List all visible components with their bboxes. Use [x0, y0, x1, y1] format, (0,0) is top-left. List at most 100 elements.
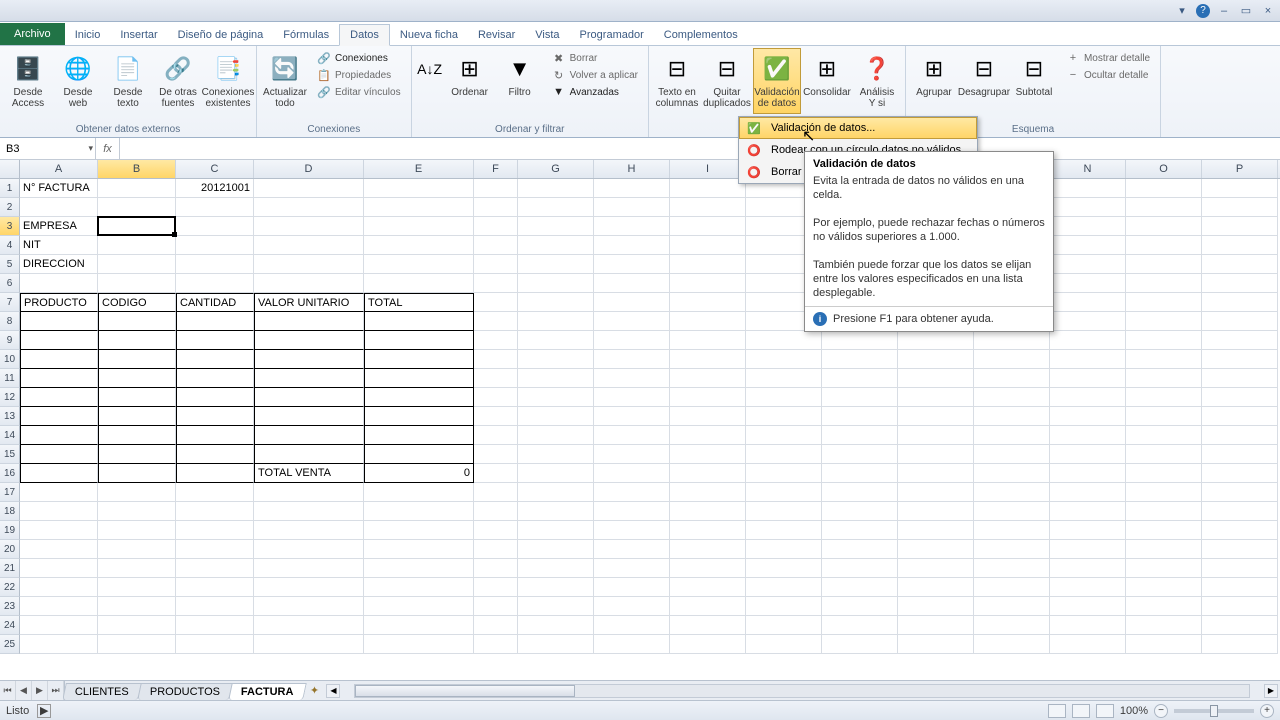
cell-C23[interactable] [176, 597, 254, 616]
cell-E21[interactable] [364, 559, 474, 578]
cell-I21[interactable] [670, 559, 746, 578]
tab-insert[interactable]: Insertar [110, 25, 167, 45]
cell-K24[interactable] [822, 616, 898, 635]
cell-J16[interactable] [746, 464, 822, 483]
cell-F1[interactable] [474, 179, 518, 198]
row-header-7[interactable]: 7 [0, 293, 20, 312]
cell-L20[interactable] [898, 540, 974, 559]
macro-record-icon[interactable]: ▶ [37, 704, 51, 718]
cell-K14[interactable] [822, 426, 898, 445]
col-header-C[interactable]: C [176, 160, 254, 178]
cell-M14[interactable] [974, 426, 1050, 445]
cell-H11[interactable] [594, 369, 670, 388]
cell-B5[interactable] [98, 255, 176, 274]
subtotal-button[interactable]: ⊟Subtotal [1010, 48, 1058, 103]
cell-C2[interactable] [176, 198, 254, 217]
minimize-ribbon-icon[interactable]: ▾ [1174, 3, 1190, 19]
cell-K11[interactable] [822, 369, 898, 388]
cell-F23[interactable] [474, 597, 518, 616]
cell-A7[interactable]: PRODUCTO [20, 293, 98, 312]
cell-P4[interactable] [1202, 236, 1278, 255]
cell-O22[interactable] [1126, 578, 1202, 597]
tab-pagelayout[interactable]: Diseño de página [168, 25, 274, 45]
cell-C1[interactable]: 20121001 [176, 179, 254, 198]
cell-P17[interactable] [1202, 483, 1278, 502]
cell-C7[interactable]: CANTIDAD [176, 293, 254, 312]
cell-B2[interactable] [98, 198, 176, 217]
ungroup-button[interactable]: ⊟Desagrupar [960, 48, 1008, 103]
cell-K23[interactable] [822, 597, 898, 616]
cell-H8[interactable] [594, 312, 670, 331]
cell-F17[interactable] [474, 483, 518, 502]
cell-O19[interactable] [1126, 521, 1202, 540]
cell-P2[interactable] [1202, 198, 1278, 217]
hide-detail-button[interactable]: −Ocultar detalle [1064, 67, 1152, 83]
cell-N4[interactable] [1050, 236, 1126, 255]
cell-L12[interactable] [898, 388, 974, 407]
cell-D2[interactable] [254, 198, 364, 217]
cell-H24[interactable] [594, 616, 670, 635]
cell-M19[interactable] [974, 521, 1050, 540]
cell-D6[interactable] [254, 274, 364, 293]
cell-E22[interactable] [364, 578, 474, 597]
cell-O5[interactable] [1126, 255, 1202, 274]
col-header-P[interactable]: P [1202, 160, 1278, 178]
cell-O9[interactable] [1126, 331, 1202, 350]
tab-formulas[interactable]: Fórmulas [273, 25, 339, 45]
hscroll-left[interactable]: ◀ [326, 684, 340, 698]
cell-N15[interactable] [1050, 445, 1126, 464]
cell-N3[interactable] [1050, 217, 1126, 236]
cell-B16[interactable] [98, 464, 176, 483]
cell-D21[interactable] [254, 559, 364, 578]
consolidate-button[interactable]: ⊞Consolidar [803, 48, 851, 103]
row-header-6[interactable]: 6 [0, 274, 20, 293]
cell-B15[interactable] [98, 445, 176, 464]
cell-H18[interactable] [594, 502, 670, 521]
cell-I24[interactable] [670, 616, 746, 635]
cell-N2[interactable] [1050, 198, 1126, 217]
cell-A2[interactable] [20, 198, 98, 217]
row-header-19[interactable]: 19 [0, 521, 20, 540]
cell-M24[interactable] [974, 616, 1050, 635]
cell-J18[interactable] [746, 502, 822, 521]
cell-E17[interactable] [364, 483, 474, 502]
cell-N22[interactable] [1050, 578, 1126, 597]
cell-N19[interactable] [1050, 521, 1126, 540]
cell-B10[interactable] [98, 350, 176, 369]
row-header-4[interactable]: 4 [0, 236, 20, 255]
cell-A3[interactable]: EMPRESA [20, 217, 98, 236]
cell-D19[interactable] [254, 521, 364, 540]
cell-J22[interactable] [746, 578, 822, 597]
tab-data[interactable]: Datos [339, 24, 390, 46]
cell-F19[interactable] [474, 521, 518, 540]
tab-file[interactable]: Archivo [0, 23, 65, 45]
tab-review[interactable]: Revisar [468, 25, 525, 45]
cell-F11[interactable] [474, 369, 518, 388]
cell-A23[interactable] [20, 597, 98, 616]
cell-J15[interactable] [746, 445, 822, 464]
cell-O24[interactable] [1126, 616, 1202, 635]
cell-O8[interactable] [1126, 312, 1202, 331]
cell-B23[interactable] [98, 597, 176, 616]
sheet-nav-prev[interactable]: ◀ [16, 681, 32, 700]
tab-addins[interactable]: Complementos [654, 25, 748, 45]
cell-M9[interactable] [974, 331, 1050, 350]
select-all-corner[interactable] [0, 160, 20, 178]
cell-C24[interactable] [176, 616, 254, 635]
cell-O10[interactable] [1126, 350, 1202, 369]
row-header-12[interactable]: 12 [0, 388, 20, 407]
cell-D17[interactable] [254, 483, 364, 502]
cell-E1[interactable] [364, 179, 474, 198]
cell-N7[interactable] [1050, 293, 1126, 312]
cell-M20[interactable] [974, 540, 1050, 559]
cell-I17[interactable] [670, 483, 746, 502]
cell-F9[interactable] [474, 331, 518, 350]
cell-N8[interactable] [1050, 312, 1126, 331]
cell-P9[interactable] [1202, 331, 1278, 350]
cell-G13[interactable] [518, 407, 594, 426]
cell-E2[interactable] [364, 198, 474, 217]
horizontal-scrollbar[interactable]: ◀ ▶ [324, 681, 1280, 700]
cell-P25[interactable] [1202, 635, 1278, 654]
cell-P13[interactable] [1202, 407, 1278, 426]
cell-K13[interactable] [822, 407, 898, 426]
